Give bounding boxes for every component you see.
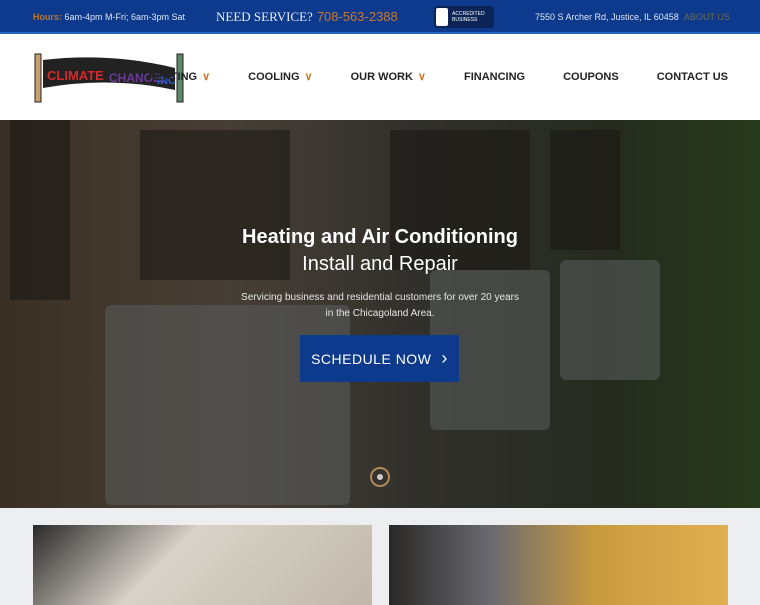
nav-contact-us[interactable]: CONTACT US bbox=[657, 70, 728, 83]
bbb-badge[interactable]: ACCREDITED BUSINESS bbox=[434, 6, 494, 28]
header: CLIMATE CHANGE, INC HEATING ∨ COOLING ∨ OU… bbox=[0, 34, 760, 120]
card-image-gauges[interactable] bbox=[389, 525, 728, 605]
chevron-down-icon: ∨ bbox=[202, 71, 211, 83]
card-image-plumbing[interactable] bbox=[33, 525, 372, 605]
nav-our-work[interactable]: OUR WORK ∨ bbox=[351, 70, 426, 84]
hero-subtitle: Install and Repair bbox=[302, 253, 458, 275]
hero-title: Heating and Air Conditioning bbox=[242, 226, 518, 248]
nav-coupons[interactable]: COUPONS bbox=[563, 70, 619, 83]
phone-link[interactable]: 708-563-2388 bbox=[317, 9, 398, 24]
need-service: NEED SERVICE? 708-563-2388 bbox=[216, 9, 398, 24]
chevron-down-icon: ∨ bbox=[304, 71, 313, 83]
hero-banner: Heating and Air Conditioning Install and… bbox=[0, 120, 760, 508]
slider-dot[interactable] bbox=[370, 467, 390, 487]
schedule-now-button[interactable]: SCHEDULE NOW › bbox=[300, 335, 459, 382]
main-nav: HEATING ∨ COOLING ∨ OUR WORK ∨ FINANCING CO… bbox=[110, 70, 728, 84]
top-bar: Hours: 6am-4pm M-Fri; 6am-3pm Sat NEED S… bbox=[0, 0, 760, 34]
bbb-logo-icon bbox=[436, 8, 449, 26]
hours: Hours: 6am-4pm M-Fri; 6am-3pm Sat bbox=[33, 12, 186, 22]
hero-description: Servicing business and residential custo… bbox=[241, 292, 519, 319]
svg-text:CLIMATE: CLIMATE bbox=[47, 68, 104, 83]
about-us-link[interactable]: ABOUT US bbox=[684, 12, 730, 22]
chevron-down-icon: ∨ bbox=[417, 71, 426, 83]
nav-cooling[interactable]: COOLING ∨ bbox=[248, 70, 313, 84]
nav-financing[interactable]: FINANCING bbox=[464, 70, 525, 83]
feature-cards bbox=[0, 508, 760, 605]
nav-heating[interactable]: HEATING ∨ bbox=[148, 70, 211, 84]
chevron-right-icon: › bbox=[441, 348, 448, 368]
address: 7550 S Archer Rd, Justice, IL 60458 bbox=[535, 12, 679, 22]
